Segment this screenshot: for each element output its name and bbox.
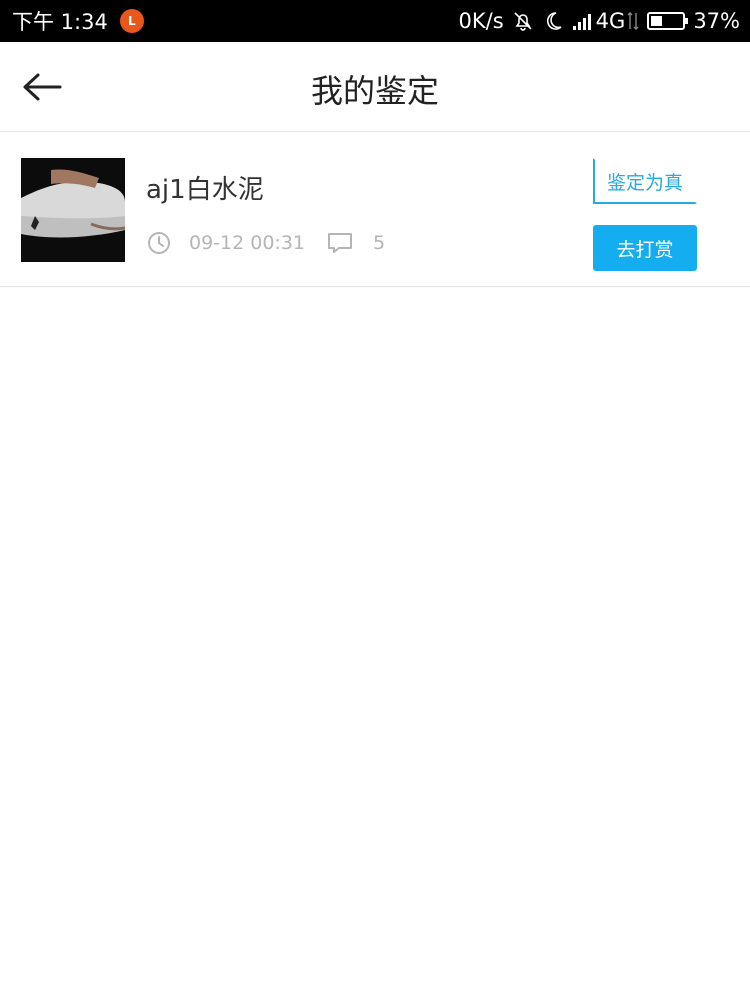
item-time: 09-12 00:31: [189, 232, 306, 254]
status-bar: 下午 1:34 L 0K/s 4G 37%: [0, 0, 750, 42]
item-title: aj1白水泥: [146, 175, 264, 205]
item-thumbnail: [21, 158, 125, 262]
item-meta: 09-12 00:31 5: [147, 231, 385, 255]
battery-percent: 37%: [693, 9, 740, 33]
list-item[interactable]: aj1白水泥 09-12 00:31 5 鉴定为真 去打赏: [0, 133, 750, 287]
status-right: 0K/s 4G 37%: [451, 9, 740, 33]
status-left: 下午 1:34 L: [12, 6, 144, 36]
network-speed: 0K/s: [458, 9, 504, 33]
reward-button[interactable]: 去打赏: [593, 225, 697, 271]
comment-icon: [327, 231, 353, 255]
status-time: 下午 1:34: [12, 10, 108, 34]
battery-fill: [651, 16, 663, 26]
bell-muted-icon: [512, 10, 534, 32]
network-type: 4G: [595, 9, 626, 33]
app-header: 我的鉴定: [0, 42, 750, 132]
clock-icon: [147, 231, 171, 255]
moon-icon: [542, 10, 564, 32]
comment-count: 5: [373, 232, 386, 254]
signal-icon: [572, 11, 594, 31]
sneaker-insole-image: [21, 158, 125, 262]
app-notification-badge: L: [119, 9, 144, 33]
verdict-tag: 鉴定为真: [593, 158, 697, 204]
battery-icon: [647, 12, 689, 30]
page-title: 我的鉴定: [310, 72, 439, 110]
data-transfer-icon: [627, 11, 639, 31]
